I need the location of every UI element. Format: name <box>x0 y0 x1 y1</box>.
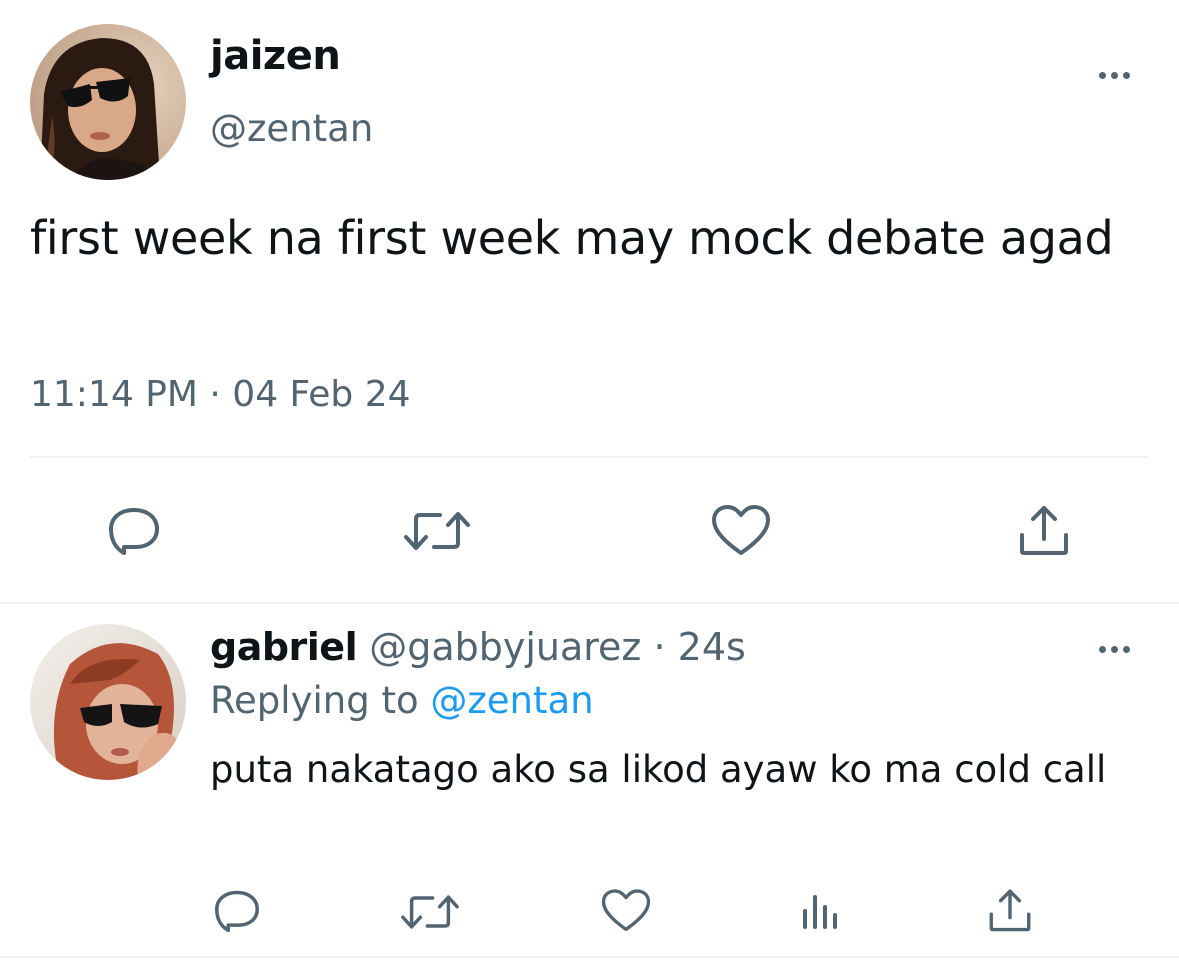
dot <box>1110 71 1118 79</box>
author-display-name[interactable]: jaizen <box>210 36 341 76</box>
reply-header: gabriel @gabbyjuarez · 24s <box>210 628 746 666</box>
reply-retweet-button[interactable] <box>400 890 460 934</box>
divider <box>0 956 1179 958</box>
more-options-button[interactable] <box>1090 60 1138 90</box>
dot <box>1122 71 1130 79</box>
reply-button[interactable] <box>104 504 164 558</box>
reply-icon <box>215 890 259 933</box>
tweet-detail-screen: jaizen @zentan first week na first week … <box>0 0 1179 960</box>
reply-avatar[interactable] <box>30 624 186 780</box>
like-icon <box>712 505 770 555</box>
reply-text: puta nakatago ako sa likod ayaw ko ma co… <box>210 748 1107 791</box>
share-icon <box>989 889 1031 932</box>
tweet-text: first week na first week may mock debate… <box>30 211 1114 265</box>
reply-icon <box>109 508 159 555</box>
like-button[interactable] <box>710 504 772 558</box>
author-handle[interactable]: @zentan <box>210 110 373 147</box>
replying-to-label: Replying to <box>210 679 419 722</box>
dot <box>1110 645 1118 653</box>
reply-handle[interactable]: @gabbyjuarez <box>369 625 641 669</box>
avatar-photo <box>30 24 186 180</box>
separator-dot: · <box>653 625 666 669</box>
tweet-timestamp[interactable]: 11:14 PM · 04 Feb 24 <box>30 377 411 413</box>
retweet-icon <box>404 512 470 550</box>
avatar-photo <box>30 624 186 780</box>
reply-time[interactable]: 24s <box>678 625 746 669</box>
divider <box>30 456 1149 458</box>
reply-reply-button[interactable] <box>212 888 262 934</box>
avatar[interactable] <box>30 24 186 180</box>
reply-more-options-button[interactable] <box>1090 634 1138 664</box>
divider <box>0 602 1179 604</box>
dot <box>1122 645 1130 653</box>
views-icon <box>803 895 837 929</box>
reply-share-button[interactable] <box>986 886 1034 934</box>
retweet-button[interactable] <box>404 506 470 556</box>
replying-to-mention[interactable]: @zentan <box>430 679 593 722</box>
share-icon <box>1020 506 1068 555</box>
dot <box>1098 71 1106 79</box>
reply-like-button[interactable] <box>600 888 652 934</box>
reply-display-name[interactable]: gabriel <box>210 625 358 669</box>
retweet-icon <box>401 895 459 929</box>
reply-views-button[interactable] <box>796 890 842 932</box>
share-button[interactable] <box>1016 502 1072 558</box>
dot <box>1098 645 1106 653</box>
replying-to-line: Replying to @zentan <box>210 682 594 719</box>
like-icon <box>601 889 651 931</box>
